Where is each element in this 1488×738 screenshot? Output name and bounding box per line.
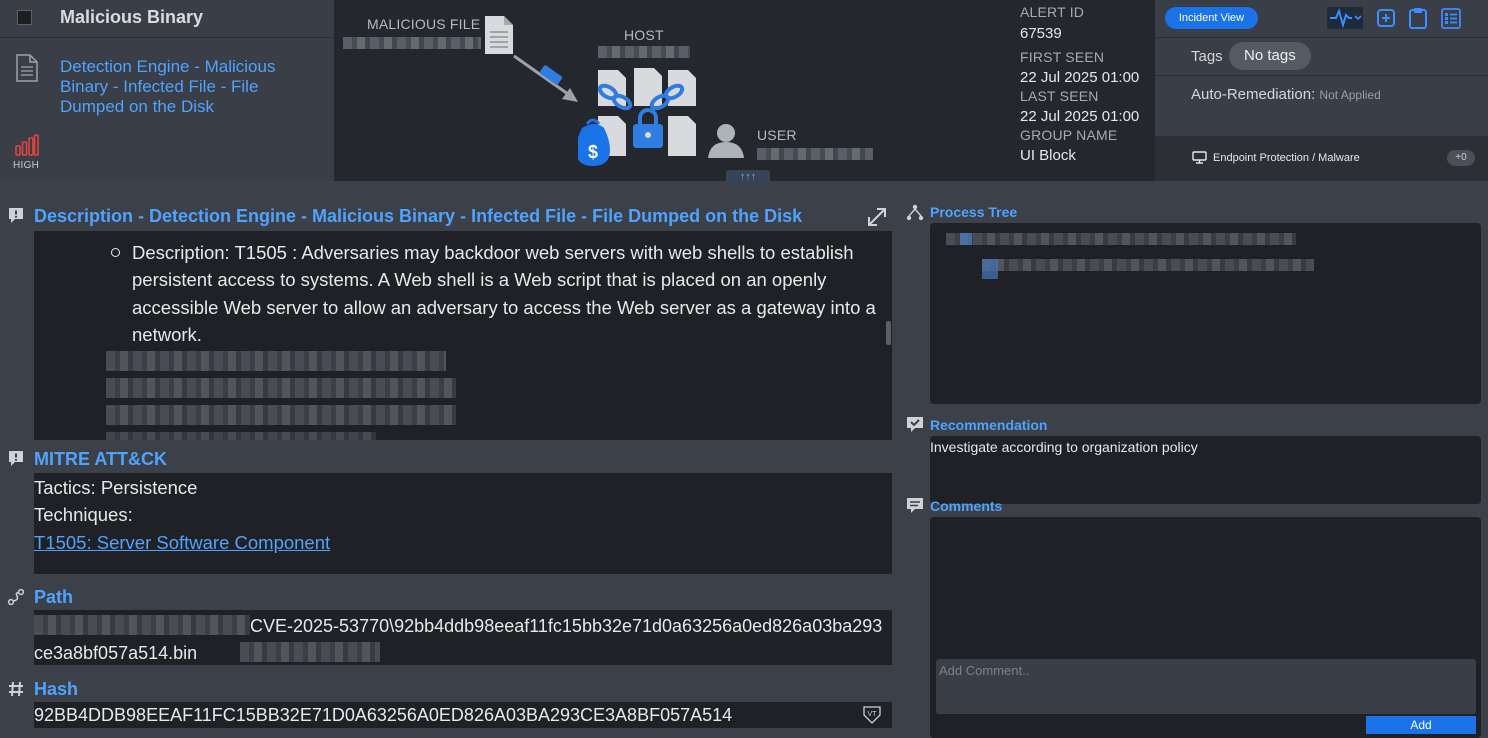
ransomware-host-icon: $ [578, 68, 696, 166]
alert-id-label: ALERT ID [1020, 4, 1085, 20]
mitre-technique-link[interactable]: T1505: Server Software Component [34, 532, 330, 554]
last-seen-value: 22 Jul 2025 01:00 [1020, 108, 1140, 125]
path-visible-text: CVE-2025-53770\92bb4ddb98eeaf11fc15bb32e… [34, 616, 883, 663]
auto-remediation-label: Auto-Remediation: [1191, 86, 1316, 103]
alert-title-bar: Malicious Binary [0, 0, 334, 38]
redacted-process-node[interactable] [982, 259, 1314, 271]
expand-icon[interactable] [866, 206, 888, 228]
redacted-description-line [106, 405, 456, 425]
severity-high-icon [15, 134, 39, 156]
redacted-user-name [757, 148, 873, 160]
info-comment-icon [9, 451, 23, 466]
mitre-techniques-label: Techniques: [34, 504, 133, 525]
add-icon[interactable] [1377, 7, 1395, 29]
description-box: Description: T1505 : Adversaries may bac… [34, 231, 892, 440]
last-seen-label: LAST SEEN [1020, 88, 1099, 104]
redacted-process-node[interactable] [946, 233, 1296, 245]
process-node-icon [982, 259, 998, 279]
process-tree-box [930, 223, 1481, 404]
user-label: USER [757, 127, 797, 143]
alert-title-panel: Malicious Binary Detection Engine - Mali… [0, 0, 334, 181]
vt-badge-text: VT [868, 711, 878, 718]
recommendation-box: Investigate according to organization po… [930, 436, 1481, 504]
recommendation-icon [907, 417, 923, 432]
mitre-tactics: Tactics: Persistence [34, 477, 198, 498]
alert-actions-panel: Incident View Tags No tags Auto-Remediat… [1155, 0, 1488, 181]
auto-remediation: Auto-Remediation: Not Applied [1191, 86, 1381, 103]
endpoint-count-badge: +0 [1447, 150, 1475, 166]
group-name-value: UI Block [1020, 147, 1076, 164]
redacted-description-line [106, 351, 446, 371]
auto-remediation-value: Not Applied [1319, 88, 1381, 102]
endpoint-protection-label: Endpoint Protection / Malware [1213, 152, 1360, 164]
comments-icon [907, 498, 923, 513]
redacted-description-line [106, 378, 456, 398]
attack-arrow-icon [513, 54, 578, 102]
comments-box: Add [930, 517, 1481, 738]
description-title: Description - Detection Engine - Malicio… [34, 206, 803, 226]
alert-meta: ALERT ID 67539 FIRST SEEN 22 Jul 2025 01… [1020, 0, 1155, 181]
first-seen-value: 22 Jul 2025 01:00 [1020, 69, 1140, 86]
attack-diagram: MALICIOUS FILE HOST $ USER ↑↑↑ [334, 0, 1014, 185]
first-seen-label: FIRST SEEN [1020, 49, 1105, 65]
host-label: HOST [624, 27, 664, 43]
hash-icon [9, 681, 23, 697]
severity-label: HIGH [13, 160, 40, 171]
activity-dropdown-icon[interactable] [1327, 7, 1363, 29]
process-tree-title: Process Tree [930, 204, 1018, 220]
comments-title: Comments [930, 498, 1003, 514]
hash-title: Hash [34, 679, 79, 699]
path-title: Path [34, 587, 74, 607]
malicious-file-label: MALICIOUS FILE [367, 16, 481, 32]
path-icon [7, 588, 25, 606]
tags-pill[interactable]: No tags [1229, 42, 1311, 70]
virustotal-icon[interactable]: VT [860, 705, 884, 725]
incident-view-button[interactable]: Incident View [1165, 7, 1258, 29]
monitor-icon [1192, 151, 1207, 164]
mitre-title: MITRE ATT&CK [34, 449, 167, 469]
path-box: CVE-2025-53770\92bb4ddb98eeaf11fc15bb32e… [34, 610, 892, 665]
path-value: CVE-2025-53770\92bb4ddb98eeaf11fc15bb32e… [34, 613, 890, 667]
clipboard-icon[interactable] [1409, 7, 1427, 29]
svg-text:$: $ [588, 142, 598, 162]
tags-label: Tags [1191, 48, 1223, 65]
endpoint-protection-bar[interactable]: Endpoint Protection / Malware +0 [1155, 136, 1488, 181]
add-comment-button[interactable]: Add [1366, 716, 1476, 734]
comment-input[interactable] [936, 659, 1476, 714]
process-node-icon [960, 233, 972, 245]
redacted-path-suffix [240, 642, 380, 662]
malicious-file-icon [485, 16, 513, 54]
alert-select-checkbox[interactable] [17, 10, 32, 25]
alert-name-link[interactable]: Detection Engine - Malicious Binary - In… [60, 57, 320, 117]
recommendation-title: Recommendation [930, 417, 1048, 433]
alert-toolbar: Incident View [1155, 0, 1488, 38]
group-name-label: GROUP NAME [1020, 127, 1118, 143]
hash-box: 92BB4DDB98EEAF11FC15BB32E71D0A63256A0ED8… [34, 702, 892, 728]
redacted-host-name [598, 46, 690, 58]
user-avatar-icon [708, 124, 744, 158]
description-scrollbar[interactable] [886, 321, 891, 345]
info-comment-icon [9, 208, 23, 223]
alert-id-value: 67539 [1020, 25, 1062, 42]
tags-row: Tags No tags [1155, 38, 1488, 76]
description-text: Description: T1505 : Adversaries may bac… [132, 242, 876, 345]
alert-header: Malicious Binary Detection Engine - Mali… [0, 0, 1488, 185]
redacted-file-name [343, 37, 481, 49]
mitre-box: Tactics: Persistence Techniques: T1505: … [34, 473, 892, 574]
recommendation-text: Investigate according to organization po… [930, 439, 1198, 455]
list-bullet [111, 248, 120, 257]
redacted-description-line [106, 432, 376, 440]
process-tree-icon [906, 204, 924, 221]
alert-title: Malicious Binary [60, 7, 204, 27]
hash-value: 92BB4DDB98EEAF11FC15BB32E71D0A63256A0ED8… [34, 705, 733, 725]
list-icon[interactable] [1441, 7, 1461, 29]
document-icon [16, 54, 38, 82]
collapse-diagram-button[interactable]: ↑↑↑ [726, 170, 770, 185]
